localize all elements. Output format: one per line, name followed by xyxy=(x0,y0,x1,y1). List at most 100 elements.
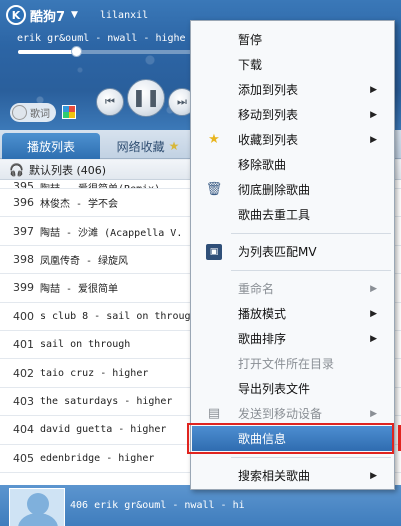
lyric-button-label: 歌词 xyxy=(30,109,50,120)
mv-icon: ▣ xyxy=(206,243,222,260)
menu-item-add-to-list[interactable]: 添加到列表 ▶ xyxy=(192,77,393,102)
song-title: s club 8 - sail on throug xyxy=(40,310,191,322)
submenu-arrow-icon: ▶ xyxy=(370,308,377,319)
menu-item-search-related[interactable]: 搜索相关歌曲 ▶ xyxy=(192,463,393,488)
song-number: 400 xyxy=(13,309,34,323)
submenu-arrow-icon: ▶ xyxy=(370,283,377,294)
menu-item-download[interactable]: 下载 xyxy=(192,52,393,77)
menu-item-rename[interactable]: 重命名 ▶ xyxy=(192,276,393,301)
song-number: 399 xyxy=(13,281,34,295)
song-title: 凤凰传奇 - 绿旋风 xyxy=(40,255,129,267)
submenu-arrow-icon: ▶ xyxy=(370,408,377,419)
menu-item-play-mode[interactable]: 播放模式 ▶ xyxy=(192,301,393,326)
song-number: 402 xyxy=(13,366,34,380)
song-title: taio cruz - higher xyxy=(40,367,149,379)
menu-item-favorite-to-list[interactable]: ★ 收藏到列表 ▶ xyxy=(192,127,393,152)
menu-item-dedupe-tool[interactable]: 歌曲去重工具 xyxy=(192,202,393,227)
song-number: 404 xyxy=(13,423,34,437)
tab-label: 网络收藏 xyxy=(116,139,165,154)
song-title: 陶喆 - 沙滩 (Acappella V. xyxy=(40,227,183,239)
next-icon: ⏭ xyxy=(177,95,187,108)
playlist-name: 默认列表 (406) xyxy=(28,163,107,177)
menu-item-delete-song[interactable]: 🗑 彻底删除歌曲 xyxy=(192,177,393,202)
headphone-icon: 🎧 xyxy=(9,162,24,177)
play-pause-button[interactable]: ❚❚ xyxy=(127,79,165,117)
menu-item-label: 添加到列表 xyxy=(238,83,299,97)
song-number: 405 xyxy=(13,451,34,465)
progress-knob[interactable] xyxy=(70,46,82,57)
submenu-arrow-icon: ▶ xyxy=(370,84,377,95)
app-logo[interactable]: K 酷狗7 ▼ xyxy=(6,5,78,25)
menu-item-pause[interactable]: 暂停 xyxy=(192,27,393,52)
now-playing-bar: 406 erik gr&ouml - nwall - hi xyxy=(0,485,401,526)
menu-item-export-list[interactable]: 导出列表文件 xyxy=(192,376,393,401)
song-number: 397 xyxy=(13,224,34,238)
song-title: 陶喆 - 爱很简单(Remix) xyxy=(40,180,160,188)
logo-k-icon: K xyxy=(6,5,26,25)
menu-item-open-folder[interactable]: 打开文件所在目录 xyxy=(192,351,393,376)
menu-item-move-to-list[interactable]: 移动到列表 ▶ xyxy=(192,102,393,127)
menu-item-match-mv[interactable]: ▣ 为列表匹配MV xyxy=(192,239,393,264)
menu-item-label: 歌曲排序 xyxy=(238,332,287,346)
song-title: edenbridge - higher xyxy=(40,452,155,464)
menu-item-label: 移动到列表 xyxy=(238,108,299,122)
menu-divider xyxy=(231,457,391,458)
submenu-arrow-icon: ▶ xyxy=(370,333,377,344)
menu-item-label: 歌曲去重工具 xyxy=(238,208,311,222)
send-device-icon: ▤ xyxy=(207,406,221,421)
song-number: 396 xyxy=(13,196,34,210)
menu-item-sort-songs[interactable]: 歌曲排序 ▶ xyxy=(192,326,393,351)
annotation-highlight-box xyxy=(187,423,394,454)
progress-bar[interactable] xyxy=(18,46,193,57)
tab-label: 播放列表 xyxy=(26,139,75,154)
menu-item-label: 导出列表文件 xyxy=(238,382,311,396)
lyric-toggle-button[interactable]: 歌词 xyxy=(10,103,56,122)
song-title: sail on through xyxy=(40,339,131,351)
menu-item-label: 为列表匹配MV xyxy=(238,245,317,259)
menu-item-label: 打开文件所在目录 xyxy=(238,357,335,371)
menu-item-label: 下载 xyxy=(238,58,263,72)
username[interactable]: lilanxil xyxy=(100,10,148,21)
song-title: david guetta - higher xyxy=(40,424,167,436)
menu-item-label: 收藏到列表 xyxy=(238,133,299,147)
song-title: 陶喆 - 爱很简单 xyxy=(40,284,119,296)
song-number: 398 xyxy=(13,252,34,266)
context-menu: 暂停 下载 添加到列表 ▶ 移动到列表 ▶ ★ 收藏到列表 ▶ 移除歌曲 🗑 彻… xyxy=(190,20,395,490)
tab-playlist[interactable]: 播放列表 xyxy=(2,133,100,159)
submenu-arrow-icon: ▶ xyxy=(370,470,377,481)
menu-divider xyxy=(231,270,391,271)
submenu-arrow-icon: ▶ xyxy=(370,134,377,145)
menu-item-label: 移除歌曲 xyxy=(238,158,287,172)
menu-divider xyxy=(231,233,391,234)
trash-icon: 🗑 xyxy=(205,182,223,197)
menu-item-label: 重命名 xyxy=(238,282,275,296)
song-title: 林俊杰 - 学不会 xyxy=(40,199,119,211)
song-title: the saturdays - higher xyxy=(40,395,173,407)
star-icon: ★ xyxy=(168,139,180,153)
chevron-down-icon[interactable]: ▼ xyxy=(71,10,78,20)
pause-icon: ❚❚ xyxy=(131,88,161,108)
app-name: 酷狗7 xyxy=(30,9,66,25)
previous-icon: ⏮ xyxy=(105,95,115,108)
menu-item-label: 暂停 xyxy=(238,33,263,47)
menu-item-label: 彻底删除歌曲 xyxy=(238,183,311,197)
menu-item-label: 搜索相关歌曲 xyxy=(238,469,311,483)
tab-network-favorites[interactable]: 网络收藏 ★ xyxy=(104,133,192,159)
song-number: 395 xyxy=(13,180,34,189)
progress-fill xyxy=(18,50,76,54)
avatar xyxy=(9,488,65,526)
now-playing-text[interactable]: 406 erik gr&ouml - nwall - hi xyxy=(70,500,245,511)
menu-item-label: 播放模式 xyxy=(238,307,287,321)
toggle-knob-icon xyxy=(12,105,27,120)
skin-color-icon[interactable] xyxy=(62,105,76,119)
menu-item-label: 发送到移动设备 xyxy=(238,407,323,421)
now-playing-number: 406 xyxy=(70,500,89,511)
star-icon: ★ xyxy=(208,132,220,147)
current-track-title: erik gr&ouml - nwall - highe xyxy=(17,33,186,44)
menu-item-remove-song[interactable]: 移除歌曲 xyxy=(192,152,393,177)
song-number: 401 xyxy=(13,338,34,352)
submenu-arrow-icon: ▶ xyxy=(370,109,377,120)
now-playing-title: erik gr&ouml - nwall - hi xyxy=(94,500,245,511)
previous-button[interactable]: ⏮ xyxy=(96,88,124,116)
song-number: 403 xyxy=(13,394,34,408)
